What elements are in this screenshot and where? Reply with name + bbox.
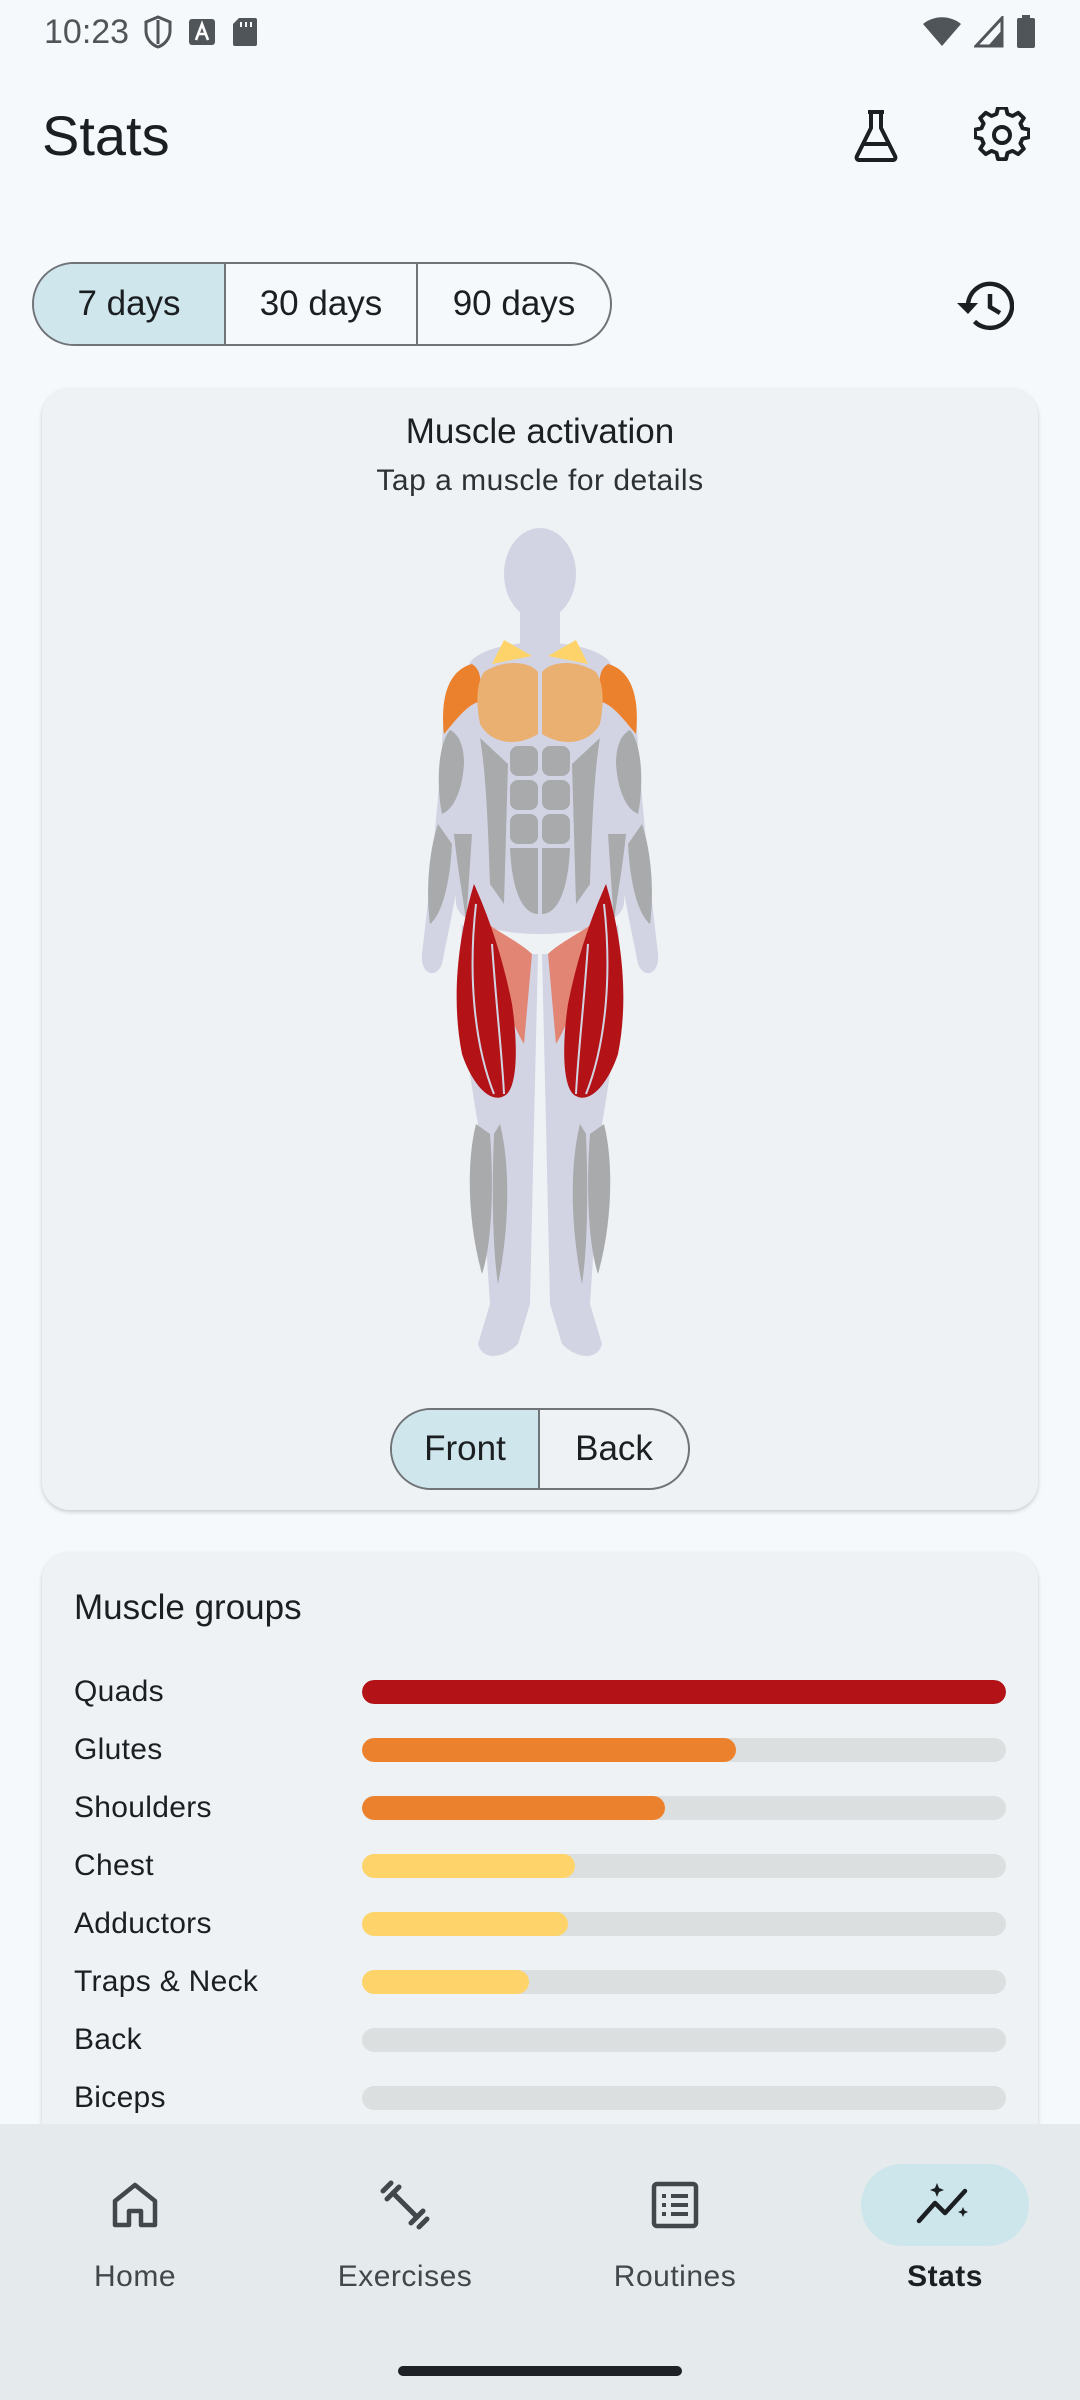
activation-bar-track	[362, 1912, 1006, 1936]
muscle-group-label: Glutes	[74, 1733, 163, 1766]
range-7-days[interactable]: 7 days	[34, 264, 226, 344]
page-title: Stats	[42, 103, 170, 167]
muscle-group-label: Traps & Neck	[74, 1965, 259, 1998]
view-toggle: Front Back	[390, 1408, 690, 1490]
nav-home[interactable]: Home	[0, 2124, 270, 2400]
nav-exercises-label: Exercises	[337, 2260, 473, 2293]
muscle-group-row[interactable]: Adductors	[74, 1904, 1006, 1944]
groups-title: Muscle groups	[74, 1588, 302, 1627]
range-selector: 7 days 30 days 90 days	[32, 262, 612, 346]
wifi-icon	[923, 17, 961, 46]
nav-routines-label: Routines	[613, 2260, 737, 2293]
activation-bar-track	[362, 1970, 1006, 1994]
gear-icon	[974, 107, 1030, 162]
home-icon	[112, 2182, 158, 2228]
shield-icon	[144, 15, 172, 49]
activation-bar-track	[362, 1796, 1006, 1820]
flask-icon	[854, 110, 898, 162]
dumbbell-icon	[380, 2180, 430, 2230]
activation-bar-fill	[362, 1738, 736, 1762]
activation-title: Muscle activation	[405, 412, 675, 451]
body-silhouette	[421, 528, 659, 1356]
muscle-chest-right[interactable]	[542, 663, 603, 743]
muscle-group-row[interactable]: Glutes	[74, 1730, 1006, 1770]
nav-exercises[interactable]: Exercises	[270, 2124, 540, 2400]
view-front-button[interactable]: Front	[392, 1410, 540, 1488]
muscle-group-row[interactable]: Quads	[74, 1672, 1006, 1712]
status-bar: 10:23	[0, 0, 1080, 64]
list-icon	[651, 2181, 699, 2229]
activation-bar-track	[362, 2086, 1006, 2110]
muscle-group-label: Quads	[74, 1675, 164, 1708]
range-30-days[interactable]: 30 days	[226, 264, 418, 344]
bottom-navigation: Home Exercises Routines Stats	[0, 2124, 1080, 2400]
muscle-chest-left[interactable]	[477, 663, 538, 743]
settings-button[interactable]	[970, 103, 1034, 167]
view-back-button[interactable]: Back	[540, 1410, 688, 1488]
status-time: 10:23	[44, 12, 130, 51]
activation-bar-fill	[362, 1912, 569, 1936]
activation-bar-track	[362, 1680, 1006, 1704]
font-app-icon	[189, 19, 216, 45]
activation-bar-fill	[362, 1970, 530, 1994]
sd-card-icon	[233, 18, 258, 46]
muscle-group-row[interactable]: Chest	[74, 1846, 1006, 1886]
activation-bar-track	[362, 1738, 1006, 1762]
nav-stats-label: Stats	[907, 2260, 983, 2293]
activation-bar-track	[362, 1854, 1006, 1878]
battery-icon	[1017, 15, 1035, 48]
activation-bar-track	[362, 2028, 1006, 2052]
activation-bar-fill	[362, 1680, 1006, 1704]
muscle-group-row[interactable]: Biceps	[74, 2078, 1006, 2118]
nav-stats-indicator	[861, 2164, 1029, 2246]
nav-stats[interactable]: Stats	[810, 2124, 1080, 2400]
top-app-bar: Stats	[0, 90, 1080, 180]
muscle-group-label: Back	[74, 2023, 142, 2056]
history-button[interactable]	[950, 272, 1018, 340]
muscle-group-label: Biceps	[74, 2081, 166, 2114]
muscle-group-label: Shoulders	[74, 1791, 212, 1824]
muscle-group-row[interactable]: Back	[74, 2020, 1006, 2060]
activation-bar-fill	[362, 1854, 575, 1878]
nav-home-label: Home	[93, 2260, 177, 2293]
muscle-group-label: Chest	[74, 1849, 154, 1882]
muscle-group-row[interactable]: Shoulders	[74, 1788, 1006, 1828]
muscle-group-row[interactable]: Traps & Neck	[74, 1962, 1006, 2002]
nav-home-indicator	[51, 2164, 219, 2246]
lab-button[interactable]	[844, 103, 908, 167]
history-icon	[957, 281, 1014, 331]
activation-bar-fill	[362, 1796, 665, 1820]
nav-exercises-indicator	[321, 2164, 489, 2246]
muscle-activation-card: Muscle activation Tap a muscle for detai…	[42, 388, 1038, 1510]
signal-icon	[974, 16, 1004, 48]
nav-routines-indicator	[591, 2164, 759, 2246]
muscle-group-label: Adductors	[74, 1907, 212, 1940]
gesture-home-indicator	[398, 2366, 682, 2376]
chart-sparkle-icon	[916, 2183, 968, 2224]
nav-routines[interactable]: Routines	[540, 2124, 810, 2400]
body-diagram[interactable]	[392, 524, 688, 1374]
range-90-days[interactable]: 90 days	[418, 264, 610, 344]
activation-subtitle: Tap a muscle for details	[376, 464, 704, 497]
